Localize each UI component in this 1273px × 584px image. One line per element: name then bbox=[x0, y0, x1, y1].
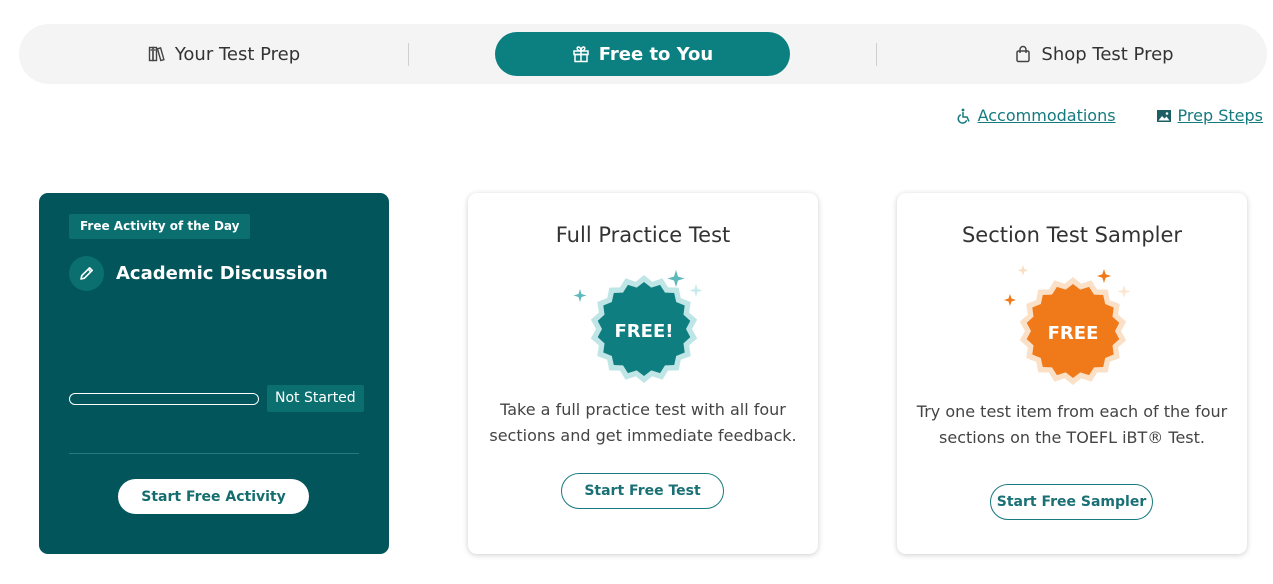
tab-label: Shop Test Prep bbox=[1041, 43, 1174, 65]
pencil-icon bbox=[69, 256, 104, 291]
tab-free-to-you[interactable]: Free to You bbox=[495, 32, 790, 76]
card-description: Try one test item from each of the four … bbox=[916, 402, 1228, 447]
card-title: Section Test Sampler bbox=[961, 223, 1183, 247]
prep-steps-link[interactable]: Prep Steps bbox=[1156, 106, 1263, 125]
accessibility-icon bbox=[957, 108, 970, 124]
start-free-sampler-button[interactable]: Start Free Sampler bbox=[990, 484, 1153, 520]
accommodations-link[interactable]: Accommodations bbox=[956, 106, 1116, 125]
full-practice-test-card: Full Practice Test FREE! Take a full pra… bbox=[468, 193, 818, 554]
status-badge: Not Started bbox=[267, 385, 364, 412]
tab-your-test-prep[interactable]: Your Test Prep bbox=[59, 32, 389, 76]
tab-label: Your Test Prep bbox=[174, 43, 301, 65]
tab-label: Free to You bbox=[598, 43, 714, 65]
start-free-activity-button[interactable]: Start Free Activity bbox=[118, 479, 309, 514]
daily-activity-card: Free Activity of the Day Academic Discus… bbox=[39, 193, 389, 554]
free-badge-icon: FREE! bbox=[573, 270, 703, 383]
daily-activity-badge: Free Activity of the Day bbox=[69, 214, 251, 239]
badge-text: FREE! bbox=[615, 321, 674, 342]
activity-header: Academic Discussion bbox=[69, 256, 328, 291]
main-tabs: Your Test Prep Free to You Shop Test Pre… bbox=[19, 24, 1267, 84]
tab-divider bbox=[876, 43, 877, 66]
activity-title: Academic Discussion bbox=[116, 263, 328, 284]
card-title: Full Practice Test bbox=[555, 223, 731, 247]
tab-shop-test-prep[interactable]: Shop Test Prep bbox=[929, 32, 1259, 76]
progress-bar bbox=[69, 393, 259, 405]
accommodations-label: Accommodations bbox=[977, 106, 1116, 125]
utility-links: Accommodations Prep Steps bbox=[956, 106, 1263, 125]
start-free-test-button[interactable]: Start Free Test bbox=[561, 473, 724, 509]
card-description: Take a full practice test with all four … bbox=[489, 400, 797, 445]
free-badge-icon: FREE bbox=[1004, 265, 1131, 385]
shopping-bag-icon bbox=[1016, 45, 1031, 63]
gift-icon bbox=[572, 46, 589, 63]
badge-text: FREE bbox=[1048, 323, 1099, 344]
image-icon bbox=[1156, 109, 1171, 122]
books-icon bbox=[148, 46, 165, 62]
tab-divider bbox=[408, 43, 409, 66]
section-test-sampler-card: Section Test Sampler FREE Try one test i… bbox=[897, 193, 1247, 554]
prep-steps-label: Prep Steps bbox=[1177, 106, 1263, 125]
card-divider bbox=[69, 453, 359, 454]
